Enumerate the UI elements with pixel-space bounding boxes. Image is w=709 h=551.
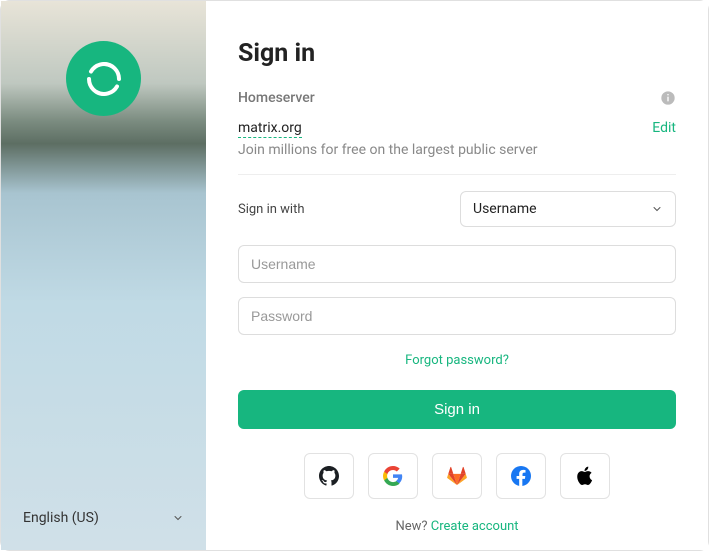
divider bbox=[238, 174, 676, 175]
signin-panel: Sign in Homeserver matrix.org Edit Join … bbox=[206, 1, 708, 550]
app-logo bbox=[66, 41, 141, 116]
oauth-github-button[interactable] bbox=[304, 453, 354, 499]
password-field[interactable] bbox=[238, 297, 676, 335]
homeserver-description: Join millions for free on the largest pu… bbox=[238, 142, 676, 158]
signin-button[interactable]: Sign in bbox=[238, 390, 676, 429]
homeserver-edit-link[interactable]: Edit bbox=[652, 120, 676, 136]
homeserver-row: matrix.org Edit bbox=[238, 120, 676, 138]
homeserver-value[interactable]: matrix.org bbox=[238, 120, 302, 138]
chevron-down-icon bbox=[172, 512, 184, 524]
forgot-password-link[interactable]: Forgot password? bbox=[405, 353, 509, 368]
signup-row: New? Create account bbox=[238, 519, 676, 534]
element-logo-icon bbox=[84, 59, 124, 99]
create-account-link[interactable]: Create account bbox=[431, 519, 519, 534]
oauth-google-button[interactable] bbox=[368, 453, 418, 499]
homeserver-header: Homeserver bbox=[238, 90, 676, 106]
page-title: Sign in bbox=[238, 39, 676, 68]
facebook-icon bbox=[511, 466, 531, 486]
language-selector[interactable]: English (US) bbox=[21, 504, 186, 532]
oauth-apple-button[interactable] bbox=[560, 453, 610, 499]
username-field[interactable] bbox=[238, 245, 676, 283]
forgot-row: Forgot password? bbox=[238, 349, 676, 368]
oauth-gitlab-button[interactable] bbox=[432, 453, 482, 499]
google-icon bbox=[383, 466, 403, 486]
homeserver-label: Homeserver bbox=[238, 90, 315, 106]
oauth-row bbox=[238, 453, 676, 499]
signin-method-row: Sign in with Username bbox=[238, 191, 676, 227]
language-label: English (US) bbox=[23, 510, 99, 526]
gitlab-icon bbox=[447, 466, 467, 486]
signin-method-value: Username bbox=[473, 201, 537, 217]
oauth-facebook-button[interactable] bbox=[496, 453, 546, 499]
left-panel: English (US) bbox=[1, 1, 206, 550]
signin-method-select[interactable]: Username bbox=[460, 191, 676, 227]
apple-icon bbox=[575, 466, 595, 486]
github-icon bbox=[319, 466, 339, 486]
signin-with-label: Sign in with bbox=[238, 202, 305, 217]
new-prompt: New? bbox=[395, 519, 430, 534]
chevron-down-icon bbox=[651, 203, 663, 215]
info-icon[interactable] bbox=[660, 90, 676, 106]
